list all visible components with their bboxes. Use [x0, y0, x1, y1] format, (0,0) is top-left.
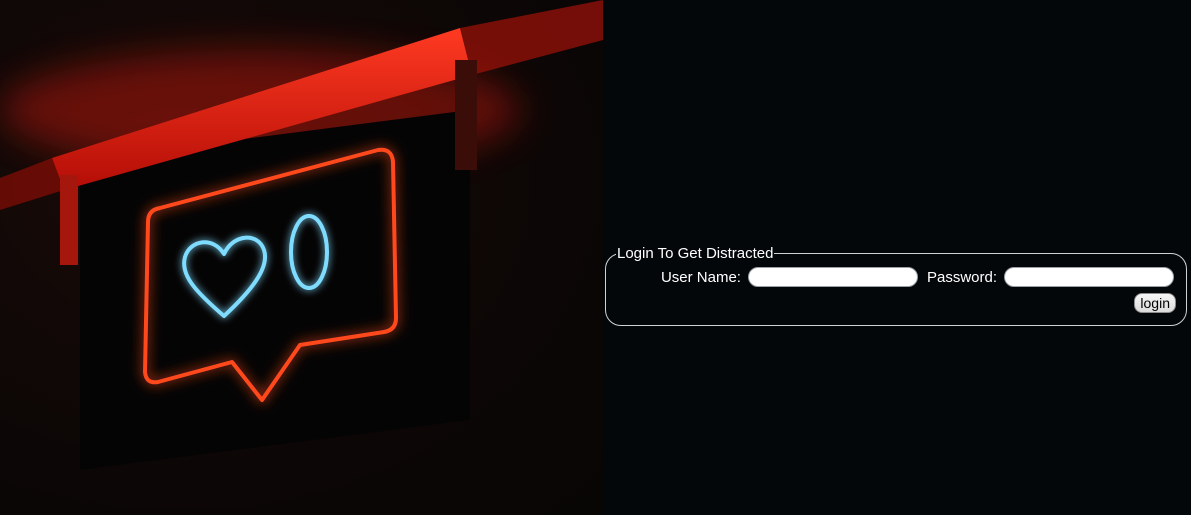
bracket-left: [60, 175, 78, 265]
login-legend: Login To Get Distracted: [617, 245, 774, 262]
login-button[interactable]: login: [1134, 293, 1176, 313]
neon-like-sign-illustration: [0, 0, 603, 470]
login-fieldset: Login To Get Distracted User Name: Passw…: [605, 245, 1187, 326]
submit-row: login: [616, 293, 1176, 313]
hero-image: [0, 0, 603, 515]
credentials-row: User Name: Password:: [616, 267, 1176, 287]
lit-bar-left: [0, 158, 64, 210]
password-label: Password:: [926, 268, 997, 286]
username-input[interactable]: [747, 267, 918, 287]
login-panel: Login To Get Distracted User Name: Passw…: [603, 0, 1191, 515]
password-input[interactable]: [1004, 267, 1174, 287]
lit-bar-end: [460, 0, 603, 75]
page: Login To Get Distracted User Name: Passw…: [0, 0, 1191, 515]
bracket-right: [455, 60, 477, 170]
username-label: User Name:: [660, 268, 741, 286]
